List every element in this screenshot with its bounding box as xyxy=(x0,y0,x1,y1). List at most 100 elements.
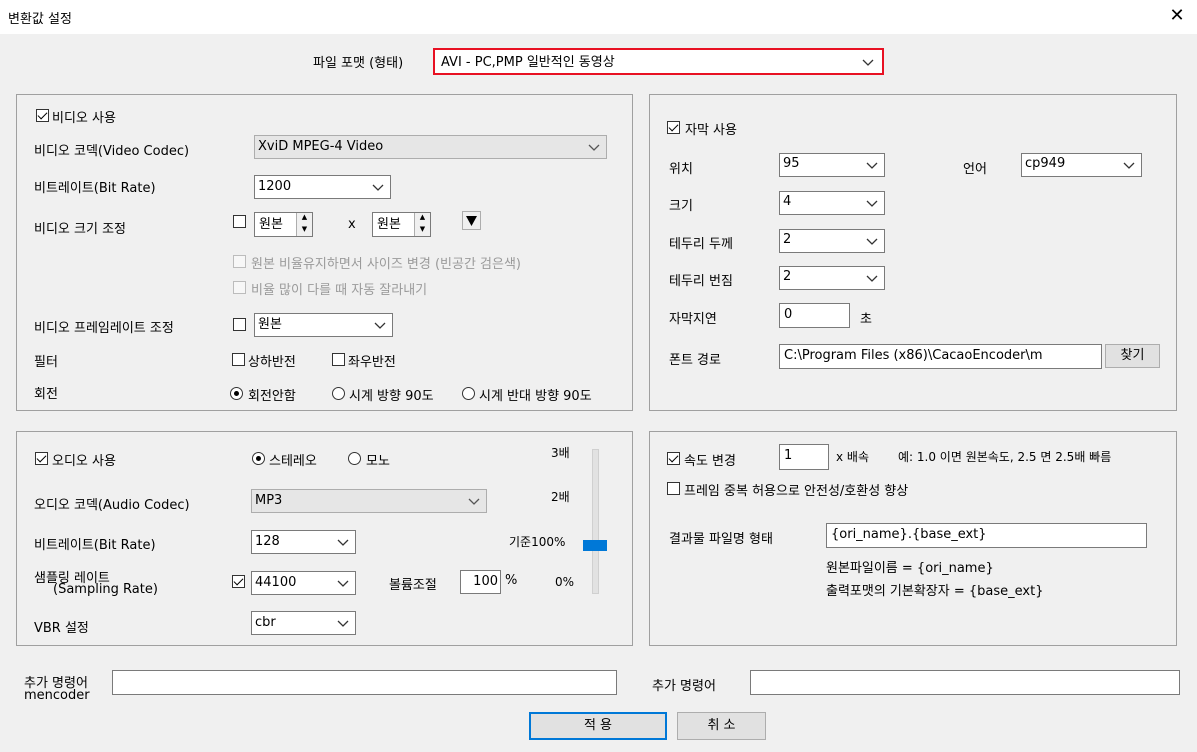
format-label: 파일 포맷 (형태) xyxy=(313,56,404,71)
filter-label: 필터 xyxy=(34,355,58,370)
size-preset-button[interactable] xyxy=(462,211,481,230)
close-icon[interactable]: ✕ xyxy=(1166,5,1188,27)
flip-vertical-checkbox[interactable] xyxy=(232,353,245,366)
subtitle-blur-select[interactable]: 2 xyxy=(779,266,885,290)
volume-scale-zero: 0% xyxy=(555,575,575,589)
format-value: AVI - PC,PMP 일반적인 동영상 xyxy=(441,55,615,70)
vbr-value: cbr xyxy=(255,615,276,630)
subtitle-delay-label: 자막지연 xyxy=(669,312,717,327)
chevron-down-icon xyxy=(374,319,386,331)
audio-bitrate-select[interactable]: 128 xyxy=(251,530,356,554)
rotate-none-label: 회전안함 xyxy=(248,389,296,404)
subtitle-border-select[interactable]: 2 xyxy=(779,229,885,253)
video-codec-select[interactable]: XviD MPEG-4 Video xyxy=(254,135,607,159)
video-width-value: 원본 xyxy=(259,217,283,232)
speed-input[interactable]: 1 xyxy=(779,444,829,470)
window-title: 변환값 설정 xyxy=(8,12,72,27)
audio-codec-label: 오디오 코덱(Audio Codec) xyxy=(34,498,190,513)
subtitle-pos-select[interactable]: 95 xyxy=(779,153,885,177)
video-use-label: 비디오 사용 xyxy=(52,111,116,126)
flip-horizontal-label: 좌우반전 xyxy=(348,355,396,370)
rotate-cw-radio[interactable] xyxy=(332,387,345,400)
chevron-down-icon xyxy=(866,272,878,284)
framerate-select[interactable]: 원본 xyxy=(254,313,393,337)
video-width-spinner[interactable]: 원본 ▲ ▼ xyxy=(254,212,313,237)
stereo-label: 스테레오 xyxy=(269,454,317,469)
vbr-label: VBR 설정 xyxy=(34,621,89,636)
vbr-select[interactable]: cbr xyxy=(251,611,356,635)
speed-label: 속도 변경 xyxy=(684,454,736,469)
frame-dup-label: 프레임 중복 허용으로 안전성/호환성 향상 xyxy=(684,484,909,499)
volume-scale-base: 기준100% xyxy=(509,535,566,549)
extra-cmd-mencoder-input[interactable] xyxy=(112,670,617,695)
chevron-down-icon xyxy=(337,617,349,629)
keep-ratio-checkbox[interactable] xyxy=(233,255,246,268)
frame-dup-checkbox[interactable] xyxy=(667,482,680,495)
filename-input[interactable]: {ori_name}.{base_ext} xyxy=(826,523,1147,548)
subtitle-border-label: 테두리 두께 xyxy=(669,237,733,252)
stereo-radio[interactable] xyxy=(252,452,265,465)
subtitle-delay-input[interactable]: 0 xyxy=(779,303,850,328)
subtitle-use-checkbox[interactable] xyxy=(667,121,680,134)
framerate-value: 원본 xyxy=(258,317,282,332)
rotate-ccw-radio[interactable] xyxy=(462,387,475,400)
subtitle-lang-label: 언어 xyxy=(963,162,987,177)
audio-codec-select[interactable]: MP3 xyxy=(251,489,487,513)
filename-label: 결과물 파일명 형태 xyxy=(669,532,773,547)
rotate-label: 회전 xyxy=(34,387,58,402)
video-size-checkbox[interactable] xyxy=(233,215,246,228)
subtitle-pos-label: 위치 xyxy=(669,162,693,177)
sampling-select[interactable]: 44100 xyxy=(251,571,356,595)
subtitle-lang-value: cp949 xyxy=(1025,156,1066,171)
audio-bitrate-value: 128 xyxy=(255,534,280,549)
filename-hint-1: 원본파일이름 = {ori_name} xyxy=(826,561,994,576)
chevron-down-icon xyxy=(866,159,878,171)
mono-radio[interactable] xyxy=(348,452,361,465)
format-select[interactable]: AVI - PC,PMP 일반적인 동영상 xyxy=(433,48,884,75)
volume-slider-track[interactable] xyxy=(592,449,599,594)
video-bitrate-select[interactable]: 1200 xyxy=(254,175,391,199)
extra-cmd-right-input[interactable] xyxy=(750,670,1180,695)
subtitle-blur-value: 2 xyxy=(783,269,792,284)
audio-use-label: 오디오 사용 xyxy=(52,454,116,469)
video-size-x: x xyxy=(348,217,356,232)
chevron-down-icon xyxy=(866,235,878,247)
cancel-button[interactable]: 취 소 xyxy=(677,712,766,740)
spinner-arrows-icon[interactable]: ▲ ▼ xyxy=(414,213,430,236)
find-font-button[interactable]: 찾기 xyxy=(1105,344,1160,368)
framerate-checkbox[interactable] xyxy=(233,318,246,331)
video-bitrate-label: 비트레이트(Bit Rate) xyxy=(34,181,156,196)
rotate-ccw-label: 시계 반대 방향 90도 xyxy=(479,389,592,404)
subtitle-lang-select[interactable]: cp949 xyxy=(1021,153,1142,177)
volume-slider-thumb[interactable] xyxy=(583,539,607,551)
font-path-input[interactable]: C:\Program Files (x86)\CacaoEncoder\m xyxy=(779,344,1102,369)
auto-crop-checkbox[interactable] xyxy=(233,281,246,294)
video-height-spinner[interactable]: 원본 ▲ ▼ xyxy=(372,212,431,237)
rotate-none-radio[interactable] xyxy=(230,387,243,400)
chevron-down-icon xyxy=(372,181,384,193)
chevron-down-icon xyxy=(862,56,874,68)
video-size-label: 비디오 크기 조정 xyxy=(34,222,126,237)
volume-unit: % xyxy=(505,573,518,588)
spinner-arrows-icon[interactable]: ▲ ▼ xyxy=(296,213,312,236)
speed-unit: x 배속 xyxy=(836,450,869,464)
subtitle-blur-label: 테두리 번짐 xyxy=(669,274,733,289)
audio-bitrate-label: 비트레이트(Bit Rate) xyxy=(34,538,156,553)
sampling-checkbox[interactable] xyxy=(232,575,245,588)
apply-button[interactable]: 적 용 xyxy=(529,712,667,740)
volume-input[interactable]: 100 xyxy=(460,570,501,594)
audio-use-checkbox[interactable] xyxy=(35,452,48,465)
subtitle-size-select[interactable]: 4 xyxy=(779,191,885,215)
subtitle-size-label: 크기 xyxy=(669,199,693,214)
font-path-label: 폰트 경로 xyxy=(669,353,721,368)
video-use-checkbox[interactable] xyxy=(36,109,49,122)
chevron-down-icon xyxy=(468,495,480,507)
chevron-down-icon xyxy=(337,536,349,548)
volume-label: 볼륨조절 xyxy=(389,578,437,593)
rotate-cw-label: 시계 방향 90도 xyxy=(349,389,434,404)
speed-checkbox[interactable] xyxy=(667,452,680,465)
flip-horizontal-checkbox[interactable] xyxy=(332,353,345,366)
extra-cmd-right-label: 추가 명령어 xyxy=(652,679,716,694)
mono-label: 모노 xyxy=(366,454,390,469)
audio-codec-value: MP3 xyxy=(255,493,283,508)
